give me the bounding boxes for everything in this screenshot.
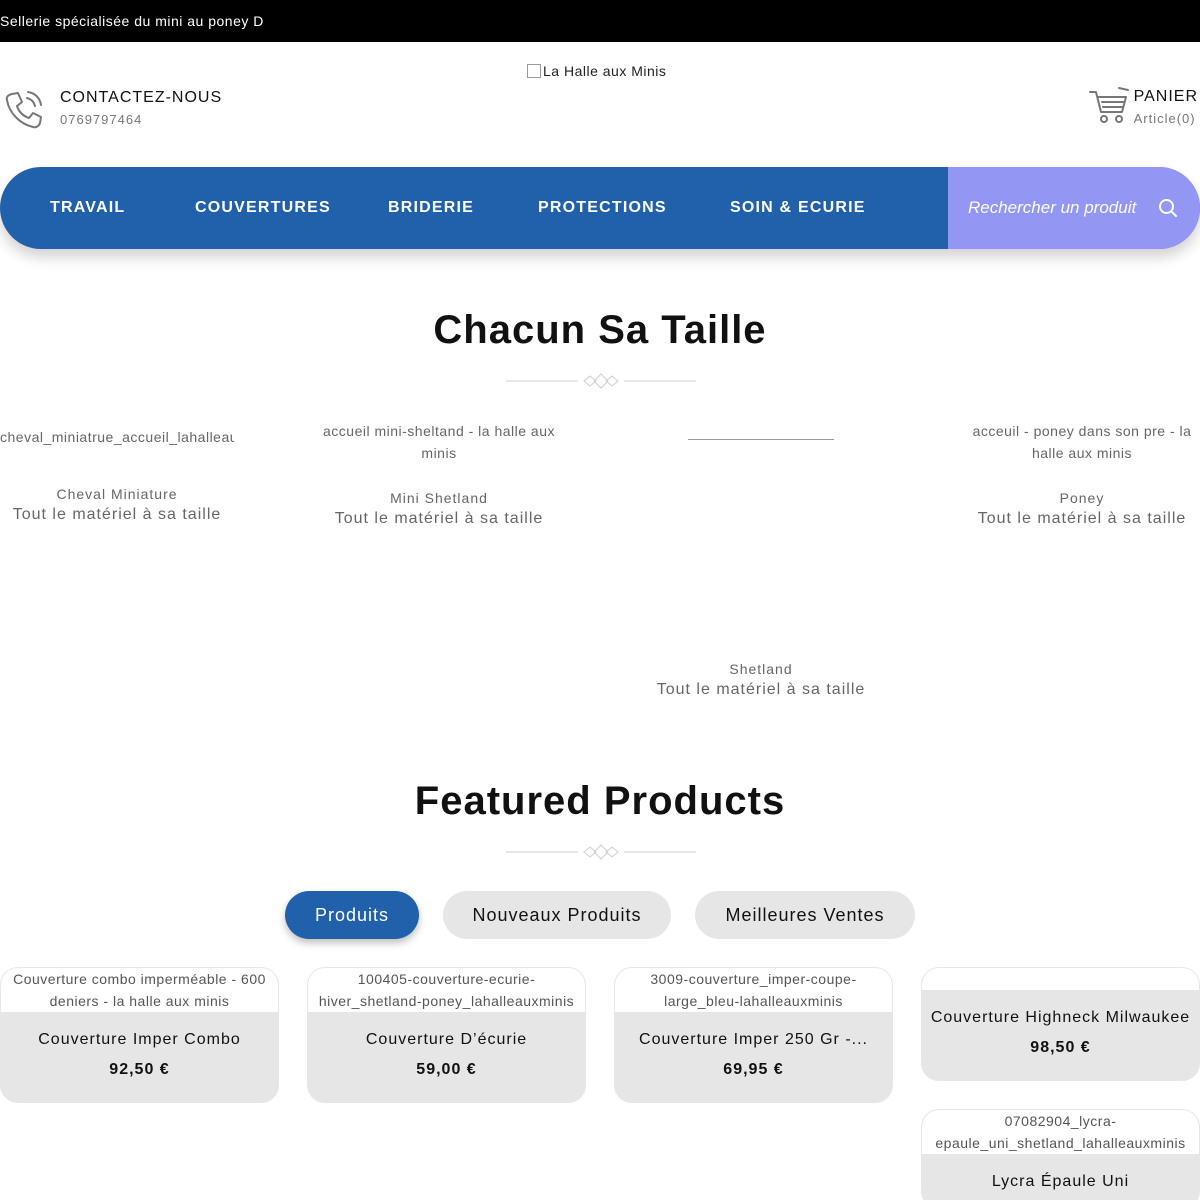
product-name[interactable]: Couverture Imper 250 Gr -...: [615, 1031, 892, 1049]
product-price: 98,50 €: [1030, 1039, 1091, 1056]
logo-alt-text: La Halle aux Minis: [543, 63, 667, 79]
featured-section-title: Featured Products: [414, 779, 786, 823]
nav-item-soin-ecurie[interactable]: SOIN & ECURIE: [730, 167, 866, 249]
nav-item-briderie[interactable]: BRIDERIE: [388, 167, 474, 249]
product-name[interactable]: Couverture Highneck Milwaukee: [922, 1009, 1199, 1027]
cart-title: PANIER: [1133, 88, 1198, 105]
cart-block[interactable]: PANIER Article(0): [1088, 86, 1198, 126]
search-input[interactable]: [968, 195, 1153, 221]
contact-block[interactable]: CONTACTEZ-NOUS 0769797464: [4, 88, 222, 130]
categories-section-title: Chacun Sa Taille: [433, 308, 767, 352]
search-icon[interactable]: [1158, 198, 1178, 218]
category-image-placeholder: [688, 439, 834, 440]
category-tagline: Tout le matériel à sa taille: [977, 510, 1187, 527]
product-card[interactable]: Couverture Highneck Milwaukee 98,50 €: [921, 967, 1200, 1081]
category-image: accueil mini-sheltand - la halle aux min…: [323, 423, 555, 461]
announcement-text: Sellerie spécialisée du mini au poney D: [0, 13, 264, 29]
category-tagline: Tout le matériel à sa taille: [656, 681, 866, 698]
product-card[interactable]: 07082904_lycra-epaule_uni_shetland_lahal…: [921, 1109, 1200, 1200]
announcement-bar: Sellerie spécialisée du mini au poney D: [0, 0, 1200, 42]
category-image: acceuil - poney dans son pre - la halle …: [972, 423, 1192, 461]
cart-icon: [1088, 87, 1129, 123]
phone-icon: [5, 91, 42, 129]
product-image[interactable]: Couverture combo imperméable - 600 denie…: [1, 968, 278, 1012]
product-name[interactable]: Couverture Imper Combo: [1, 1031, 278, 1049]
product-card[interactable]: 3009-couverture_imper-coupe-large_bleu-l…: [614, 967, 893, 1103]
product-price: 59,00 €: [416, 1061, 477, 1078]
contact-title: CONTACTEZ-NOUS: [60, 89, 223, 106]
category-tagline: Tout le matériel à sa taille: [334, 510, 544, 527]
product-card[interactable]: Couverture combo imperméable - 600 denie…: [0, 967, 279, 1103]
category-poney[interactable]: acceuil - poney dans son pre - la halle …: [965, 420, 1199, 528]
product-name[interactable]: Lycra Épaule Uni: [922, 1173, 1199, 1191]
tab-nouveaux-produits[interactable]: Nouveaux Produits: [443, 891, 671, 939]
site-logo[interactable]: La Halle aux Minis: [527, 63, 666, 79]
product-name[interactable]: Couverture D’écurie: [308, 1031, 585, 1049]
category-mini-shetland[interactable]: accueil mini-sheltand - la halle aux min…: [322, 420, 556, 528]
product-image[interactable]: [922, 968, 1199, 990]
category-cheval-miniature[interactable]: cheval_miniatrue_accueil_lahalleauxminis…: [0, 426, 234, 524]
product-card[interactable]: 100405-couverture-ecurie-hiver_shetland-…: [307, 967, 586, 1103]
nav-item-couvertures[interactable]: COUVERTURES: [195, 167, 331, 249]
product-price: 69,95 €: [723, 1061, 784, 1078]
category-shetland[interactable]: Shetland Tout le matériel à sa taille: [644, 420, 878, 710]
broken-image-icon: [527, 64, 541, 78]
category-image: cheval_miniatrue_accueil_lahalleauxminis: [0, 429, 234, 445]
tab-meilleures-ventes[interactable]: Meilleures Ventes: [695, 891, 915, 939]
main-navigation: TRAVAIL COUVERTURES BRIDERIE PROTECTIONS…: [0, 167, 1200, 249]
category-name: Poney: [1059, 490, 1105, 506]
category-name: Mini Shetland: [390, 490, 488, 506]
nav-item-protections[interactable]: PROTECTIONS: [538, 167, 667, 249]
product-image[interactable]: 100405-couverture-ecurie-hiver_shetland-…: [308, 968, 585, 1012]
category-name: Shetland: [729, 661, 793, 677]
category-tagline: Tout le matériel à sa taille: [12, 506, 222, 523]
tab-produits[interactable]: Produits: [285, 891, 419, 939]
search-box: [948, 167, 1200, 249]
cart-count: Article(0): [1133, 111, 1196, 126]
contact-phone[interactable]: 0769797464: [60, 112, 222, 127]
nav-item-travail[interactable]: TRAVAIL: [50, 167, 125, 249]
ornament-divider: [506, 373, 696, 389]
product-price: 92,50 €: [109, 1061, 170, 1078]
ornament-divider: [506, 844, 696, 860]
product-image[interactable]: 3009-couverture_imper-coupe-large_bleu-l…: [615, 968, 892, 1012]
category-name: Cheval Miniature: [56, 486, 178, 502]
product-image[interactable]: 07082904_lycra-epaule_uni_shetland_lahal…: [922, 1110, 1199, 1154]
